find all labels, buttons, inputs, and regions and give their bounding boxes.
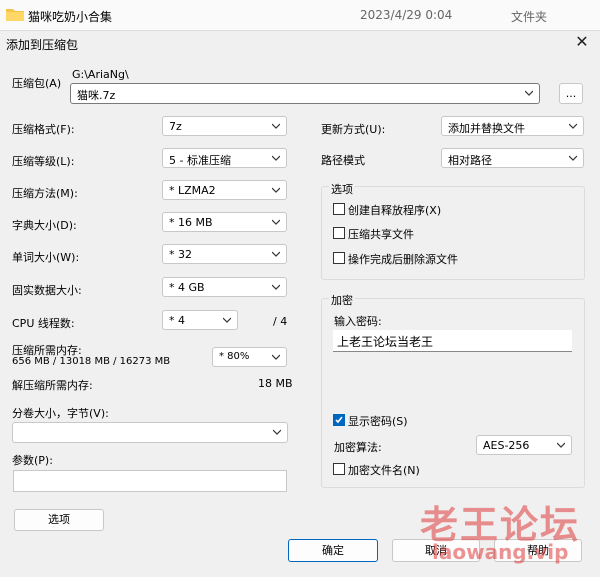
split-label: 分卷大小，字节(V): xyxy=(12,407,109,420)
params-input[interactable] xyxy=(13,470,287,492)
sfx-label: 创建自释放程序(X) xyxy=(348,204,442,217)
close-icon[interactable]: ✕ xyxy=(572,32,592,52)
pathmode-label: 路径模式 xyxy=(321,154,365,167)
threads-label: CPU 线程数: xyxy=(12,317,75,330)
encrypt-names-checkbox[interactable] xyxy=(333,463,345,475)
encrypt-names-label: 加密文件名(N) xyxy=(348,464,420,477)
archive-label: 压缩包(A) xyxy=(12,77,62,90)
dialog-title: 添加到压缩包 xyxy=(6,38,79,52)
word-label: 单词大小(W): xyxy=(12,251,80,264)
delete-source-checkbox[interactable] xyxy=(333,252,345,264)
options-button[interactable]: 选项 xyxy=(14,509,104,531)
decomp-label: 解压缩所需内存: xyxy=(12,379,93,392)
dict-value: * 16 MB xyxy=(169,216,213,229)
solid-value: * 4 GB xyxy=(169,281,205,294)
encryption-group-title: 加密 xyxy=(329,292,355,308)
show-password-label: 显示密码(S) xyxy=(348,415,408,428)
delete-source-label: 操作完成后删除源文件 xyxy=(348,253,458,266)
chevron-down-icon xyxy=(272,123,280,129)
threads-total: / 4 xyxy=(273,315,288,328)
password-label: 输入密码: xyxy=(334,315,382,328)
archive-name-value: 猫咪.7z xyxy=(77,89,116,102)
decomp-value: 18 MB xyxy=(258,377,293,390)
chevron-down-icon xyxy=(272,284,280,290)
sfx-checkbox[interactable] xyxy=(333,203,345,215)
ok-button[interactable]: 确定 xyxy=(288,539,378,562)
folder-icon xyxy=(6,9,24,21)
file-type: 文件夹 xyxy=(511,10,548,24)
dict-label: 字典大小(D): xyxy=(12,219,77,232)
chevron-down-icon xyxy=(569,123,577,129)
archive-name-combo[interactable]: 猫咪.7z xyxy=(70,83,540,104)
method-label: 压缩方法(M): xyxy=(12,187,78,200)
chevron-down-icon xyxy=(272,251,280,257)
word-value: * 32 xyxy=(169,248,192,261)
solid-select[interactable]: * 4 GB xyxy=(162,277,287,297)
level-value: 5 - 标准压缩 xyxy=(169,154,231,167)
archive-path: G:\AriaNg\ xyxy=(72,68,129,81)
solid-label: 固实数据大小: xyxy=(12,284,82,297)
format-select[interactable]: 7z xyxy=(162,116,287,136)
chevron-down-icon xyxy=(272,187,280,193)
level-select[interactable]: 5 - 标准压缩 xyxy=(162,148,287,168)
algo-select[interactable]: AES-256 xyxy=(476,435,572,455)
memory-value: * 80% xyxy=(219,351,250,362)
method-value: * LZMA2 xyxy=(169,184,216,197)
params-label: 参数(P): xyxy=(12,454,53,467)
chevron-down-icon xyxy=(272,354,280,360)
password-input[interactable]: 上老王论坛当老王 xyxy=(333,330,572,352)
chevron-down-icon xyxy=(569,155,577,161)
chevron-down-icon xyxy=(272,219,280,225)
update-select[interactable]: 添加并替换文件 xyxy=(441,116,584,136)
pathmode-select[interactable]: 相对路径 xyxy=(441,148,584,168)
chevron-down-icon xyxy=(525,90,533,96)
update-label: 更新方式(U): xyxy=(321,123,386,136)
shared-files-label: 压缩共享文件 xyxy=(348,228,414,241)
algo-value: AES-256 xyxy=(483,439,530,452)
format-value: 7z xyxy=(169,120,182,133)
pathmode-value: 相对路径 xyxy=(448,154,492,167)
method-select[interactable]: * LZMA2 xyxy=(162,180,287,200)
dict-select[interactable]: * 16 MB xyxy=(162,212,287,232)
chevron-down-icon xyxy=(272,155,280,161)
browse-button[interactable]: ... xyxy=(559,83,583,104)
split-combo[interactable] xyxy=(12,422,288,443)
format-label: 压缩格式(F): xyxy=(12,123,75,136)
shared-files-checkbox[interactable] xyxy=(333,227,345,239)
threads-select[interactable]: * 4 xyxy=(162,310,238,330)
memory-detail: 656 MB / 13018 MB / 16273 MB xyxy=(12,356,171,367)
file-name: 猫咪吃奶小合集 xyxy=(28,10,113,24)
chevron-down-icon xyxy=(557,442,565,448)
file-date: 2023/4/29 0:04 xyxy=(360,8,453,22)
threads-value: * 4 xyxy=(169,314,185,327)
memory-select[interactable]: * 80% xyxy=(212,347,287,367)
options-group-title: 选项 xyxy=(329,181,355,197)
algo-label: 加密算法: xyxy=(334,441,382,454)
password-value: 上老王论坛当老王 xyxy=(337,335,434,349)
update-value: 添加并替换文件 xyxy=(448,122,525,135)
chevron-down-icon xyxy=(273,429,281,435)
word-select[interactable]: * 32 xyxy=(162,244,287,264)
chevron-down-icon xyxy=(223,317,231,323)
checkmark-icon xyxy=(335,416,343,424)
watermark-url: laowang.vip xyxy=(432,540,569,564)
show-password-checkbox[interactable] xyxy=(333,414,345,426)
level-label: 压缩等级(L): xyxy=(12,155,75,168)
